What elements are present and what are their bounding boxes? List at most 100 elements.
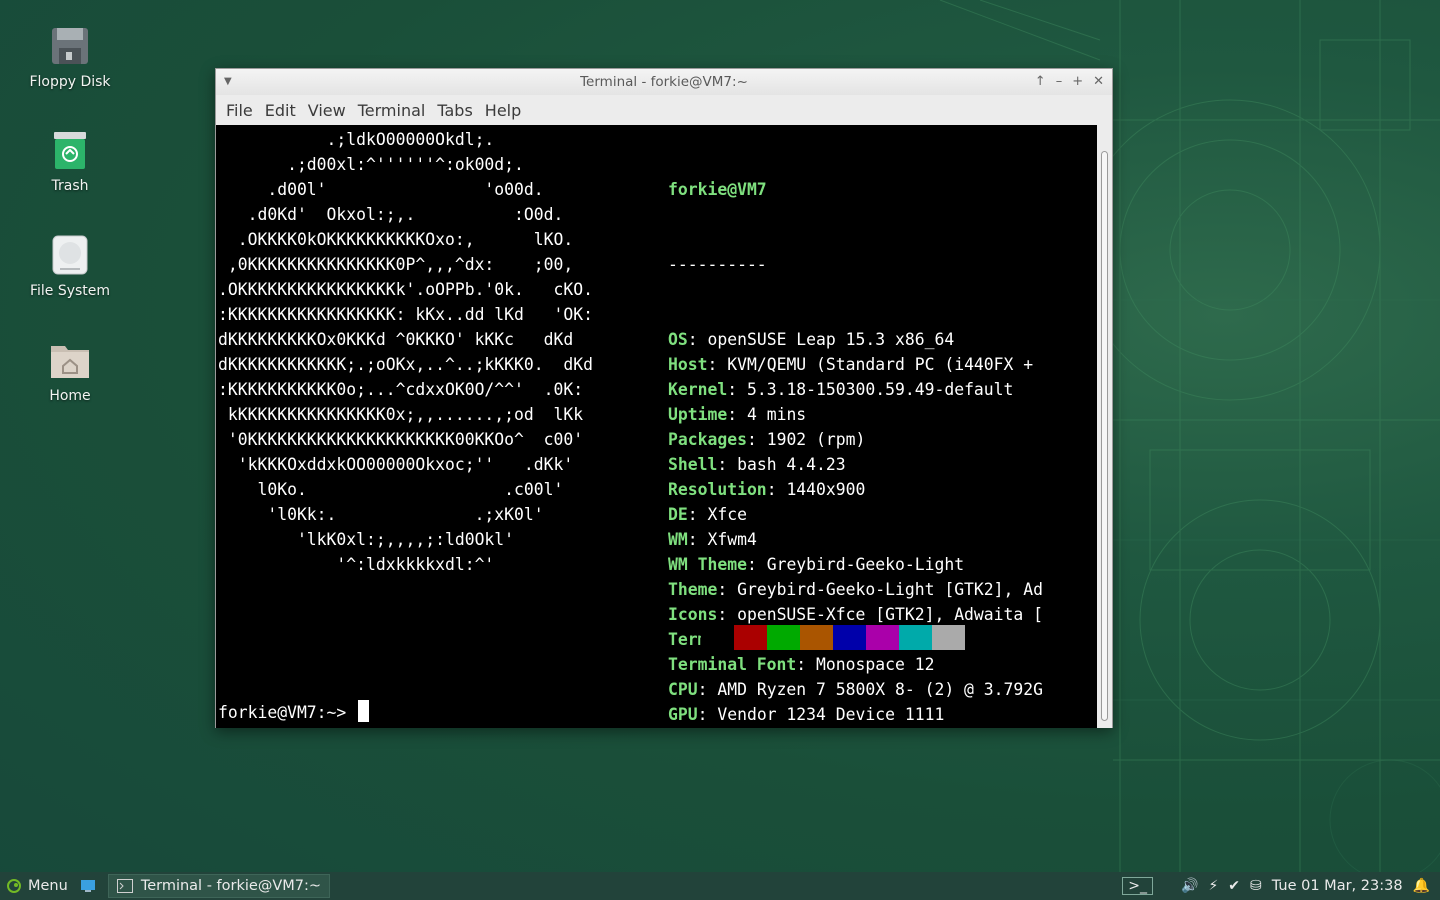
menu-bar: File Edit View Terminal Tabs Help xyxy=(216,95,1112,125)
terminal-output[interactable]: .;ldkO00000Okdl;. .;d00xl:^''''''^:ok00d… xyxy=(216,125,1098,728)
color-swatch xyxy=(734,625,767,650)
updates-icon[interactable]: ✔ xyxy=(1228,878,1240,894)
logo-ascii-art: .;ldkO00000Okdl;. .;d00xl:^''''''^:ok00d… xyxy=(218,127,593,577)
info-key: CPU xyxy=(668,680,698,699)
menu-file[interactable]: File xyxy=(220,101,259,120)
info-key: Kernel xyxy=(668,380,728,399)
info-row: Theme: Greybird-Geeko-Light [GTK2], Ad xyxy=(668,580,1044,599)
ascii-art-line: l0Ko. .c00l' xyxy=(218,480,564,499)
ascii-art-line: dKKKKKKKKKKKK;.;oOKx,..^..;kKKK0. dKd xyxy=(218,355,593,374)
desktop-icon-file-system[interactable]: File System xyxy=(10,233,130,299)
info-value: Xfwm4 xyxy=(707,530,757,549)
desktop-icon-trash[interactable]: Trash xyxy=(10,128,130,194)
window-menu-icon[interactable]: ▼ xyxy=(224,69,232,95)
ascii-art-line: '^:ldxkkkkxdl:^' xyxy=(218,555,495,574)
text-cursor xyxy=(358,700,370,722)
desktop-icon-home[interactable]: Home xyxy=(10,338,130,404)
show-desktop-button[interactable] xyxy=(74,872,102,900)
network-icon[interactable]: ⛁ xyxy=(1250,878,1262,894)
home-folder-icon xyxy=(51,346,89,378)
info-key: Uptime xyxy=(668,405,728,424)
color-palette xyxy=(701,625,965,650)
ascii-art-line: .d0Kd' Okxol:;,. :O0d. xyxy=(218,205,564,224)
ascii-art-line: .OKKKKKKKKKKKKKKKKk'.oOPPb.'0k. cKO. xyxy=(218,280,593,299)
info-row: OS: openSUSE Leap 15.3 x86_64 xyxy=(668,330,955,349)
info-row: Icons: openSUSE-Xfce [GTK2], Adwaita [ xyxy=(668,605,1044,624)
color-swatch xyxy=(800,625,833,650)
minimize-icon[interactable]: – xyxy=(1056,69,1063,95)
info-key: Icons xyxy=(668,605,718,624)
shell-prompt[interactable]: forkie@VM7:~> xyxy=(218,700,370,725)
menu-terminal[interactable]: Terminal xyxy=(352,101,432,120)
info-value: openSUSE Leap 15.3 x86_64 xyxy=(707,330,955,349)
menu-edit[interactable]: Edit xyxy=(259,101,302,120)
info-key: Host xyxy=(668,355,708,374)
info-key: Terminal Font xyxy=(668,655,797,674)
info-row: Resolution: 1440x900 xyxy=(668,480,866,499)
color-swatch xyxy=(932,625,965,650)
menu-label: Menu xyxy=(28,878,68,894)
desktop-icon-label: File System xyxy=(29,283,111,299)
maximize-icon[interactable]: + xyxy=(1072,69,1083,95)
ascii-art-line: .;d00xl:^''''''^:ok00d;. xyxy=(218,155,524,174)
clock[interactable]: Tue 01 Mar, 23:38 xyxy=(1272,878,1403,894)
desktop-icon-label: Trash xyxy=(51,178,89,194)
menu-help[interactable]: Help xyxy=(479,101,527,120)
info-value: Greybird-Geeko-Light xyxy=(766,555,965,574)
notification-bell-icon[interactable]: 🔔 xyxy=(1413,878,1430,894)
taskbar: Menu Terminal - forkie@VM7:~ >_ 🔊 ⚡ ✔ ⛁ … xyxy=(0,872,1440,900)
info-key: OS xyxy=(668,330,688,349)
info-value: Greybird-Geeko-Light [GTK2], Ad xyxy=(737,580,1044,599)
color-swatch xyxy=(866,625,899,650)
info-key: GPU xyxy=(668,705,698,724)
scrollbar[interactable] xyxy=(1097,125,1112,728)
ascii-art-line: '0KKKKKKKKKKKKKKKKKKKKK00KKOo^ c00' xyxy=(218,430,584,449)
drive-icon xyxy=(52,235,88,275)
ascii-art-line: :KKKKKKKKKKKKKKKKK: kKx..dd lKd 'OK: xyxy=(218,305,593,324)
ascii-art-line: .;ldkO00000Okdl;. xyxy=(218,130,495,149)
menu-tabs[interactable]: Tabs xyxy=(431,101,478,120)
color-swatch xyxy=(701,625,734,650)
ascii-art-line: :KKKKKKKKKKK0o;...^cdxxOK0O/^^' .0K: xyxy=(218,380,584,399)
user-host: forkie@VM7 xyxy=(668,180,767,199)
volume-icon[interactable]: 🔊 xyxy=(1181,878,1198,894)
info-row: DE: Xfce xyxy=(668,505,747,524)
info-key: WM Theme xyxy=(668,555,747,574)
shade-icon[interactable]: ↑ xyxy=(1035,69,1046,95)
info-row: Kernel: 5.3.18-150300.59.49-default xyxy=(668,380,1014,399)
info-value: 4 mins xyxy=(746,405,807,424)
desktop-icon-floppy-disk[interactable]: Floppy Disk xyxy=(10,24,130,90)
info-row: Uptime: 4 mins xyxy=(668,405,807,424)
color-swatch xyxy=(833,625,866,650)
power-icon[interactable]: ⚡ xyxy=(1208,878,1218,894)
info-row: Terminal Font: Monospace 12 xyxy=(668,655,935,674)
title-bar[interactable]: ▼ Terminal - forkie@VM7:~ ↑ – + ✕ xyxy=(216,69,1112,95)
info-value: 5.3.18-150300.59.49-default xyxy=(746,380,1014,399)
info-value: openSUSE-Xfce [GTK2], Adwaita [ xyxy=(737,605,1044,624)
scrollbar-thumb[interactable] xyxy=(1101,151,1108,721)
desktop-icon-label: Floppy Disk xyxy=(29,74,111,90)
terminal-window: ▼ Terminal - forkie@VM7:~ ↑ – + ✕ File E… xyxy=(215,68,1113,728)
color-swatch xyxy=(899,625,932,650)
ascii-art-line: 'kKKKOxddxkOO00000Okxoc;'' .dKk' xyxy=(218,455,574,474)
menu-view[interactable]: View xyxy=(302,101,352,120)
geeko-icon xyxy=(7,879,21,893)
color-swatch xyxy=(767,625,800,650)
terminal-launcher-icon[interactable]: >_ xyxy=(1122,877,1153,895)
desktop-icon xyxy=(80,880,95,892)
ascii-art-line: kKKKKKKKKKKKKKKK0x;,,......,;od lKk xyxy=(218,405,584,424)
taskbar-task-terminal[interactable]: Terminal - forkie@VM7:~ xyxy=(107,874,331,898)
ascii-art-line: dKKKKKKKKKOx0KKKd ^0KKKO' kKKc dKd xyxy=(218,330,574,349)
info-row: WM Theme: Greybird-Geeko-Light xyxy=(668,555,965,574)
window-title: Terminal - forkie@VM7:~ xyxy=(580,74,748,90)
task-label: Terminal - forkie@VM7:~ xyxy=(140,878,322,894)
whisker-menu-button[interactable]: Menu xyxy=(0,872,74,900)
info-key: Resolution xyxy=(668,480,767,499)
info-key: Theme xyxy=(668,580,718,599)
info-key: DE xyxy=(668,505,688,524)
info-value: 1440x900 xyxy=(786,480,866,499)
info-value: 1902 (rpm) xyxy=(766,430,866,449)
close-icon[interactable]: ✕ xyxy=(1093,69,1104,95)
info-value: KVM/QEMU (Standard PC (i440FX + xyxy=(727,355,1034,374)
system-tray: >_ 🔊 ⚡ ✔ ⛁ Tue 01 Mar, 23:38 🔔 xyxy=(1122,872,1440,900)
